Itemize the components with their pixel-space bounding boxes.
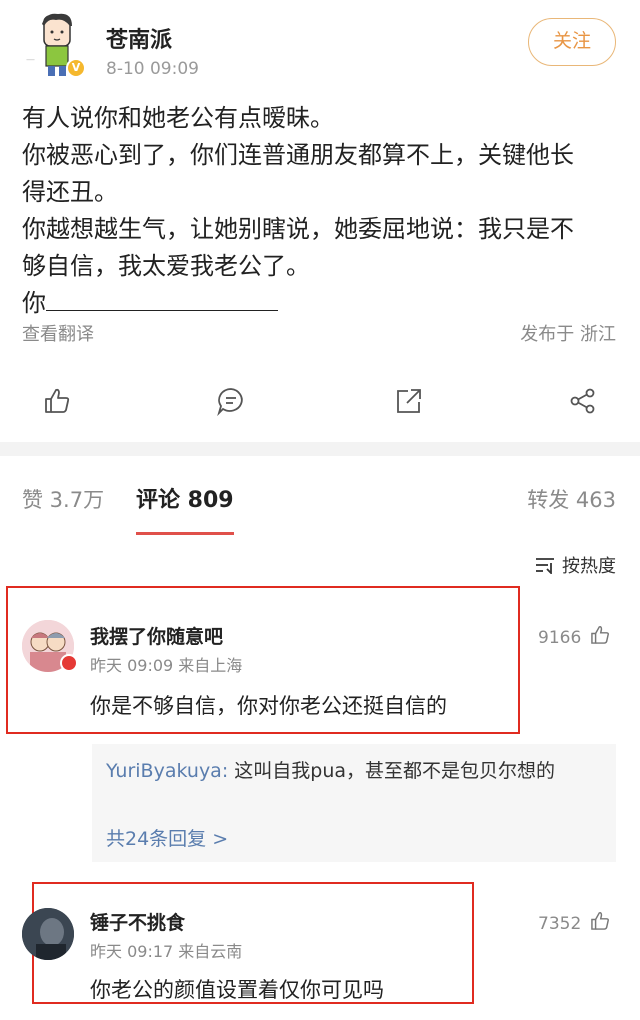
- sort-button[interactable]: 按热度: [534, 552, 616, 579]
- comment-meta: 昨天 09:09 来自上海: [90, 656, 243, 675]
- post-line: 有人说你和她老公有点暧昧。: [22, 104, 334, 132]
- post-timestamp: 8-10 09:09: [106, 59, 199, 79]
- sort-label: 按热度: [562, 556, 616, 577]
- comment-text: 你是不够自信，你对你老公还挺自信的: [90, 694, 447, 718]
- reply-content: YuriByakuya: 这叫自我pua，甚至都不是包贝尔想的: [106, 756, 606, 786]
- commenter-name[interactable]: 锤子不挑食: [90, 908, 185, 935]
- sort-icon: [534, 556, 556, 579]
- post-location: 发布于 浙江: [520, 324, 616, 345]
- reply-text: 这叫自我pua，甚至都不是包贝尔想的: [228, 760, 556, 782]
- svg-text:—: —: [26, 55, 35, 65]
- comment-meta: 昨天 09:17 来自云南: [90, 942, 243, 961]
- weibo-post: — V 苍南派 8-10 09:09 关注 有人说你和她老公有点暧昧。 你被恶心…: [0, 0, 640, 440]
- post-tabs: 赞 3.7万 评论 809 转发 463: [0, 456, 640, 536]
- like-count: 7352: [538, 914, 582, 934]
- comment-icon[interactable]: [216, 386, 246, 417]
- blank-prefix: 你: [22, 289, 46, 317]
- fill-in-blank: [46, 289, 278, 311]
- post-line: 够自信，我太爱我老公了。: [22, 252, 310, 280]
- post-body: 有人说你和她老公有点暧昧。 你被恶心到了，你们连普通朋友都算不上，关键他长 得还…: [22, 100, 622, 322]
- commenter-name[interactable]: 我摆了你随意吧: [90, 622, 223, 649]
- like-icon: [590, 626, 609, 644]
- follow-button[interactable]: 关注: [528, 18, 616, 66]
- comment-text: 你老公的颜值设置着仅你可见吗: [90, 978, 384, 1002]
- post-action-bar: [0, 380, 640, 428]
- repost-icon[interactable]: [394, 386, 424, 416]
- commenter-avatar[interactable]: [22, 908, 74, 960]
- post-line: 你越想越生气，让她别瞎说，她委屈地说：我只是不: [22, 215, 574, 243]
- section-divider: [0, 442, 640, 456]
- like-icon: [590, 912, 609, 930]
- tab-likes[interactable]: 赞 3.7万: [22, 484, 104, 514]
- post-line: 得还丑。: [22, 178, 118, 206]
- like-icon[interactable]: [42, 386, 72, 416]
- share-icon[interactable]: [568, 386, 598, 416]
- comment-like-button[interactable]: 9166: [538, 624, 611, 648]
- verified-badge-icon: V: [66, 58, 86, 78]
- tab-reposts[interactable]: 转发 463: [527, 484, 616, 514]
- active-tab-indicator: [136, 532, 234, 535]
- translate-link[interactable]: 查看翻译: [22, 320, 94, 346]
- author-name[interactable]: 苍南派: [106, 22, 172, 54]
- view-replies-link[interactable]: 共24条回复 >: [106, 824, 228, 851]
- member-badge-icon: [60, 654, 78, 672]
- tab-comments[interactable]: 评论 809: [136, 482, 234, 514]
- like-count: 9166: [538, 628, 582, 648]
- reply-username[interactable]: YuriByakuya:: [106, 760, 228, 782]
- post-line: 你被恶心到了，你们连普通朋友都算不上，关键他长: [22, 141, 574, 169]
- post-blank-line: 你: [22, 285, 622, 322]
- comment-like-button[interactable]: 7352: [538, 910, 611, 934]
- reply-preview[interactable]: YuriByakuya: 这叫自我pua，甚至都不是包贝尔想的 共24条回复 >: [92, 744, 616, 862]
